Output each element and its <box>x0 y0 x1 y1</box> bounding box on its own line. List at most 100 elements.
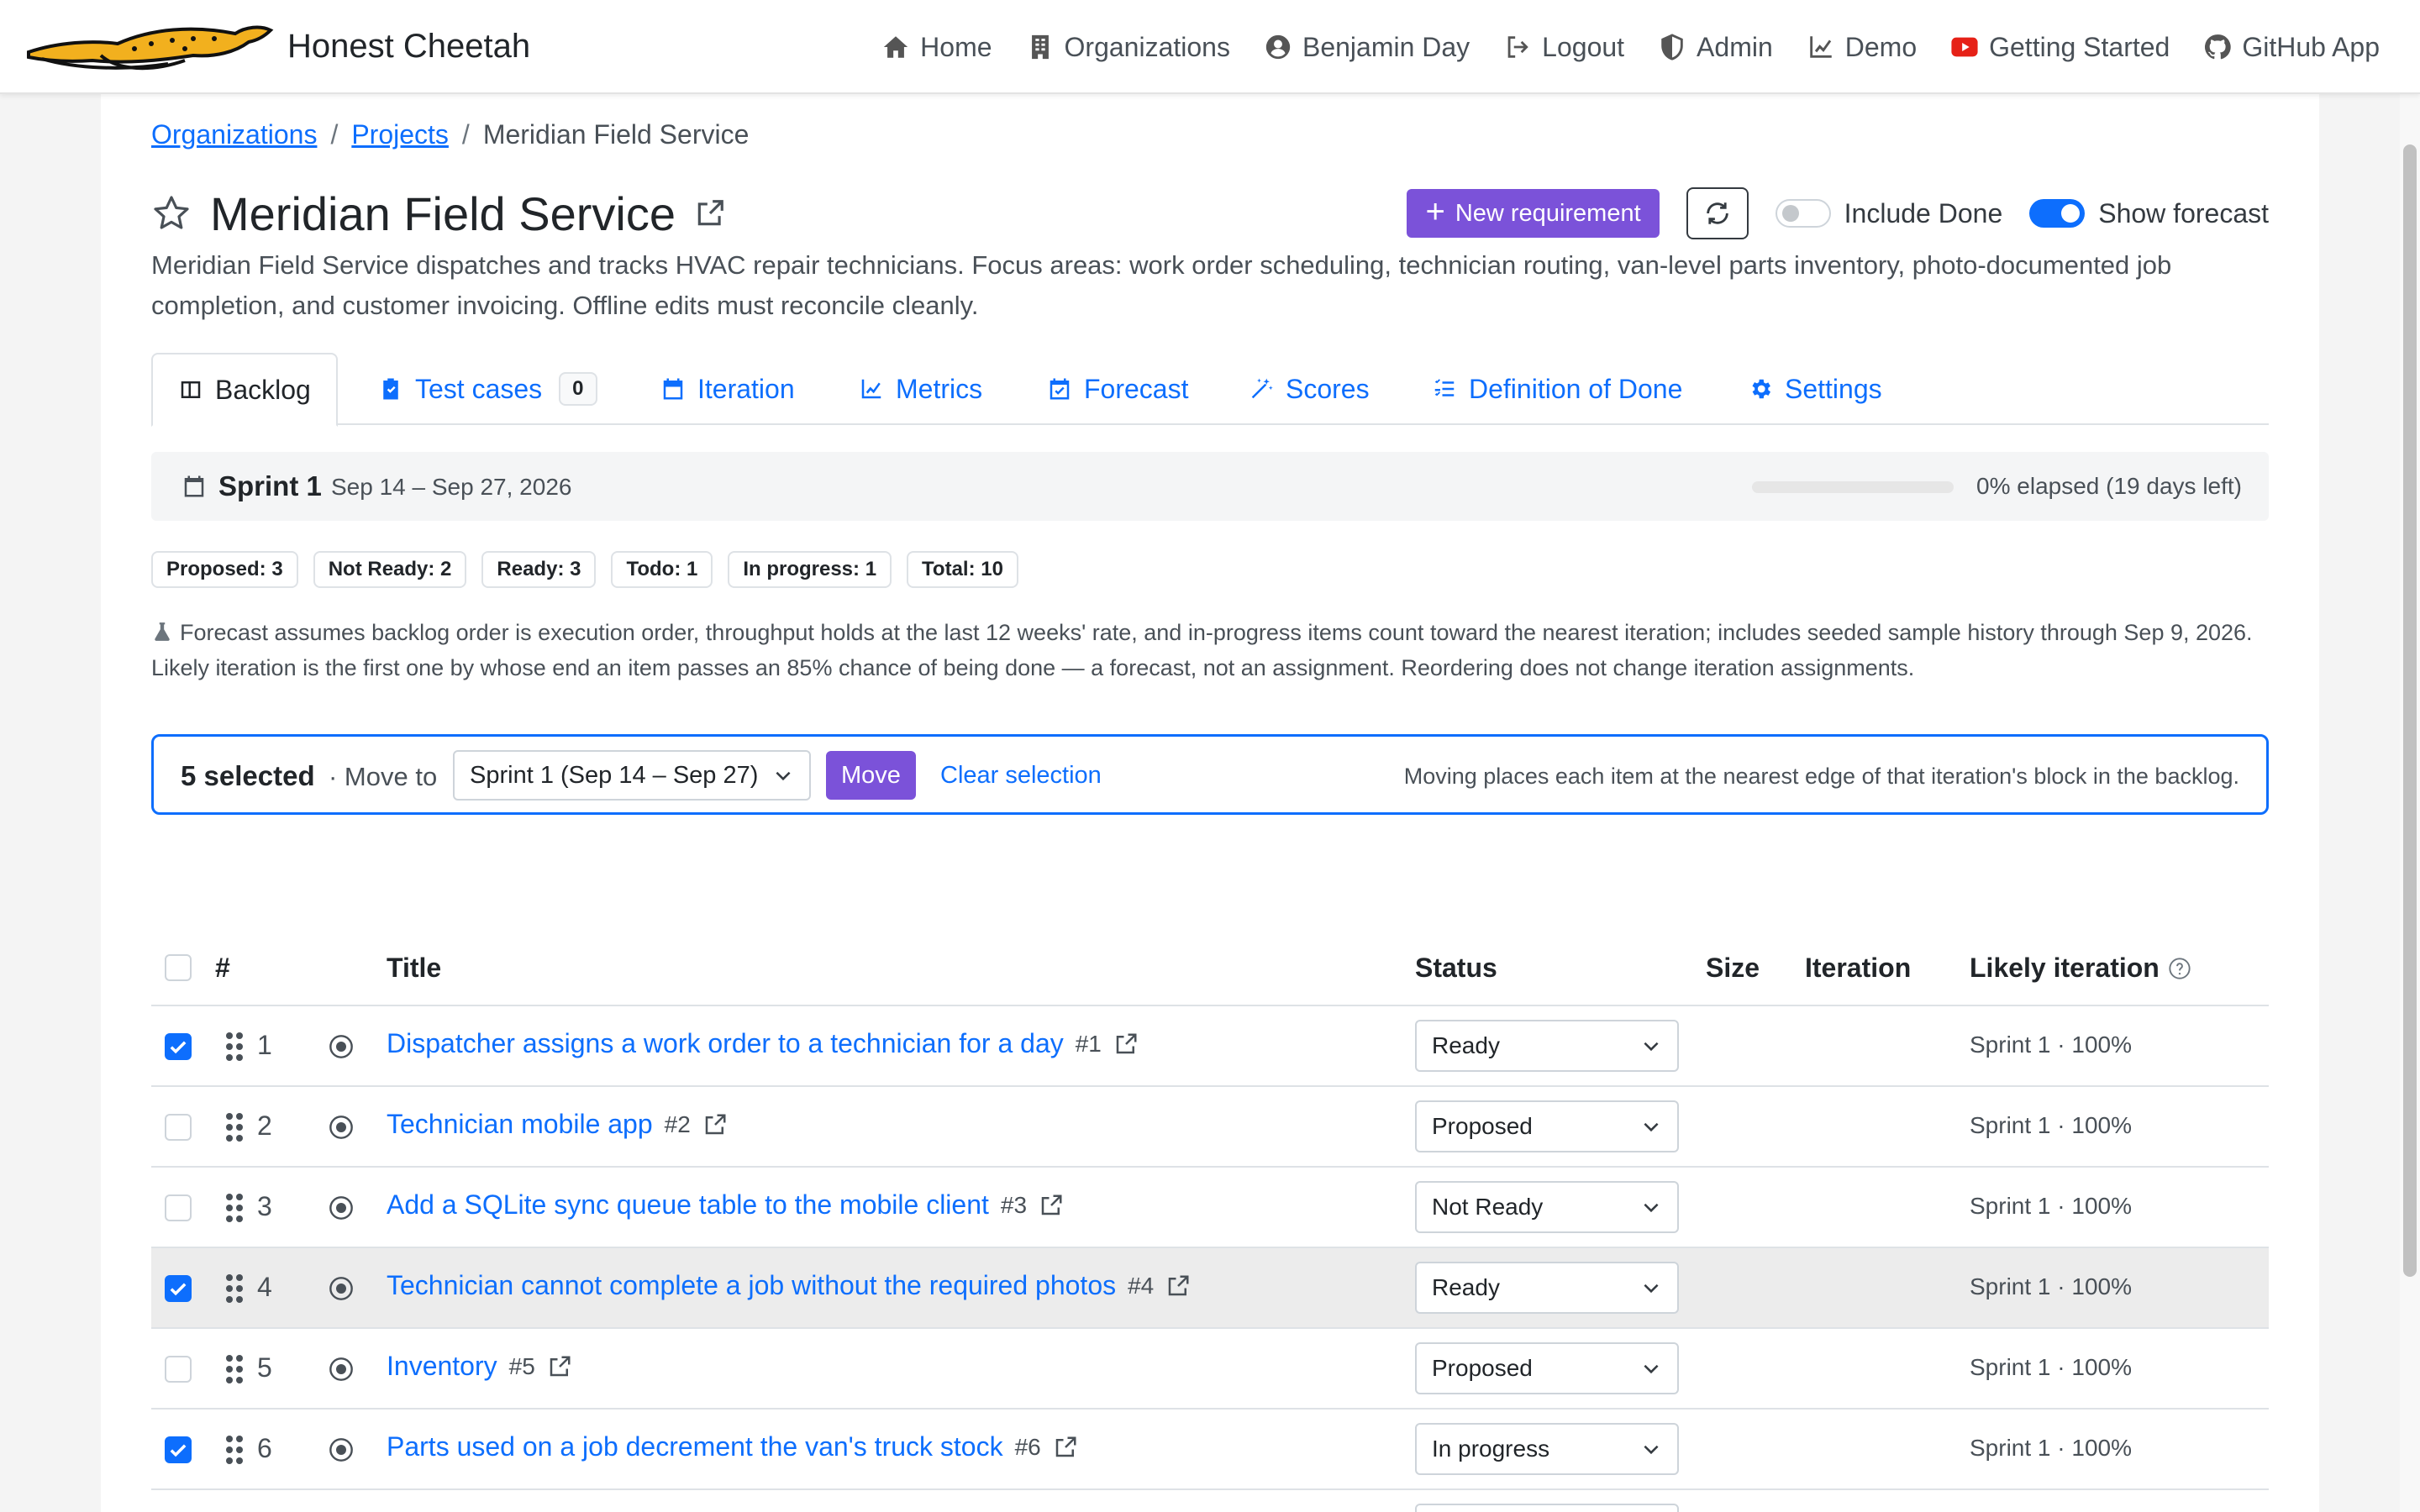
breadcrumb: Organizations / Projects / Meridian Fiel… <box>151 119 749 150</box>
board-icon <box>181 381 201 398</box>
target-icon <box>329 1035 353 1058</box>
row-title-link[interactable]: Technician cannot complete a job without… <box>387 1270 1116 1301</box>
project-tabs: Backlog Test cases 0 Iteration Metrics F… <box>151 353 2269 427</box>
external-link-icon[interactable] <box>1053 1435 1078 1460</box>
row-status-select[interactable]: Ready <box>1415 1262 1679 1314</box>
drag-handle-icon[interactable] <box>225 1435 244 1465</box>
breadcrumb-projects[interactable]: Projects <box>351 119 449 150</box>
nav-admin[interactable]: Admin <box>1658 32 1773 63</box>
row-status-select[interactable]: Ready <box>1415 1020 1679 1072</box>
test-cases-count: 0 <box>559 372 597 406</box>
table-row[interactable]: 4 Technician cannot complete a job withou… <box>151 1248 2269 1329</box>
row-title-link[interactable]: Dispatcher assigns a work order to a tec… <box>387 1028 1064 1059</box>
tab-metrics[interactable]: Metrics <box>859 353 982 425</box>
row-title-link[interactable]: Technician mobile app <box>387 1109 653 1140</box>
row-checkbox[interactable] <box>165 1194 192 1221</box>
show-forecast-label: Show forecast <box>2098 197 2269 228</box>
external-link-icon[interactable] <box>1165 1273 1191 1299</box>
tab-definition-of-done[interactable]: Definition of Done <box>1432 353 1682 425</box>
row-id: #5 <box>508 1352 535 1379</box>
breadcrumb-organizations[interactable]: Organizations <box>151 119 317 150</box>
row-title-cell: Parts used on a job decrement the van's … <box>387 1431 1078 1462</box>
chevron-down-icon <box>1644 1284 1659 1294</box>
sprint-summary: Sprint 1 Sep 14 – Sep 27, 2026 0% elapse… <box>151 452 2269 521</box>
row-checkbox[interactable] <box>165 1114 192 1141</box>
move-target-select[interactable]: Sprint 1 (Sep 14 – Sep 27) <box>453 750 811 801</box>
tab-scores[interactable]: Scores <box>1249 353 1370 425</box>
table-row[interactable]: 3 Add a SQLite sync queue table to the mo… <box>151 1168 2269 1248</box>
external-link-icon[interactable] <box>1039 1193 1064 1218</box>
nav-home[interactable]: Home <box>881 32 992 63</box>
row-title-cell: Technician cannot complete a job without… <box>387 1270 1191 1301</box>
tab-test-cases[interactable]: Test cases 0 <box>378 353 597 425</box>
row-status-select[interactable]: Not Ready <box>1415 1181 1679 1233</box>
header-title: Title <box>387 953 442 983</box>
external-link-icon[interactable] <box>547 1354 572 1379</box>
drag-handle-icon[interactable] <box>225 1354 244 1384</box>
calendar-icon <box>184 475 204 497</box>
nav-github-app-label: GitHub App <box>2242 31 2380 62</box>
row-title-link[interactable]: Parts used on a job decrement the van's … <box>387 1431 1003 1462</box>
show-forecast-switch[interactable] <box>2029 199 2086 228</box>
tab-iteration[interactable]: Iteration <box>660 353 795 425</box>
clear-selection-button[interactable]: Clear selection <box>940 762 1102 790</box>
row-title-link[interactable]: Add a SQLite sync queue table to the mob… <box>387 1189 989 1221</box>
breadcrumb-separator: / <box>330 119 339 150</box>
page-scrollbar[interactable] <box>2400 94 2420 1512</box>
include-done-switch[interactable] <box>1775 199 1831 228</box>
table-row[interactable]: 6 Parts used on a job decrement the van's… <box>151 1410 2269 1490</box>
row-status-select[interactable]: In progress <box>1415 1423 1679 1475</box>
select-all-checkbox[interactable] <box>165 954 192 981</box>
tab-forecast[interactable]: Forecast <box>1047 353 1188 425</box>
scrollbar-thumb[interactable] <box>2403 144 2417 1277</box>
tab-metrics-label: Metrics <box>896 373 983 404</box>
row-id: #2 <box>664 1110 691 1137</box>
row-checkbox[interactable] <box>165 1275 192 1302</box>
new-requirement-label: New requirement <box>1455 199 1641 227</box>
nav-user[interactable]: Benjamin Day <box>1264 32 1470 63</box>
help-icon[interactable] <box>2168 957 2191 980</box>
nav-organizations[interactable]: Organizations <box>1026 32 1230 63</box>
row-title-link[interactable]: Inventory <box>387 1351 497 1382</box>
external-link-icon[interactable] <box>694 197 726 229</box>
nav-github-app[interactable]: GitHub App <box>2203 32 2380 63</box>
new-requirement-button[interactable]: + New requirement <box>1407 189 1660 238</box>
row-status-select[interactable]: Proposed <box>1415 1100 1679 1152</box>
flask-icon <box>155 622 170 641</box>
drag-handle-icon[interactable] <box>225 1273 244 1304</box>
table-row[interactable]: 2 Technician mobile app #2 Proposed Sprint 1… <box>151 1087 2269 1168</box>
row-checkbox[interactable] <box>165 1033 192 1060</box>
tab-settings-label: Settings <box>1785 373 1882 404</box>
tab-iteration-label: Iteration <box>697 373 795 404</box>
brand[interactable]: Honest Cheetah <box>25 18 530 74</box>
drag-handle-icon[interactable] <box>225 1112 244 1142</box>
tab-backlog[interactable]: Backlog <box>151 353 338 427</box>
nav-demo[interactable]: Demo <box>1807 32 1917 63</box>
table-row[interactable]: 5 Inventory #5 Proposed Sprint 1 · 100% <box>151 1329 2269 1410</box>
external-link-icon[interactable] <box>1113 1032 1139 1057</box>
status-badges: Proposed: 3 Not Ready: 2 Ready: 3 Todo: … <box>151 551 1018 588</box>
row-checkbox[interactable] <box>165 1356 192 1383</box>
nav-demo-label: Demo <box>1844 31 1918 62</box>
nav-getting-started[interactable]: Getting Started <box>1950 32 2170 63</box>
header-status: Status <box>1415 953 1497 983</box>
include-done-toggle[interactable]: Include Done <box>1775 198 2002 229</box>
drag-handle-icon[interactable] <box>225 1032 244 1062</box>
refresh-button[interactable] <box>1686 187 1749 239</box>
move-button[interactable]: Move <box>826 751 916 800</box>
tab-settings[interactable]: Settings <box>1748 353 1882 425</box>
nav-logout[interactable]: Logout <box>1503 32 1624 63</box>
row-status-select[interactable]: Not Ready <box>1415 1504 1679 1512</box>
external-link-icon[interactable] <box>702 1112 728 1137</box>
show-forecast-toggle[interactable]: Show forecast <box>2029 198 2269 229</box>
row-status-select[interactable]: Proposed <box>1415 1342 1679 1394</box>
row-title-cell: Dispatcher assigns a work order to a tec… <box>387 1028 1139 1059</box>
chart-icon <box>1810 36 1832 58</box>
star-icon[interactable] <box>151 193 192 234</box>
row-number: 1 <box>257 1030 272 1060</box>
table-row[interactable]: 7Dispatch board with routing, capacity, … <box>151 1490 2269 1512</box>
tab-forecast-label: Forecast <box>1084 373 1189 404</box>
drag-handle-icon[interactable] <box>225 1193 244 1223</box>
row-checkbox[interactable] <box>165 1436 192 1463</box>
table-row[interactable]: 1 Dispatcher assigns a work order to a te… <box>151 1006 2269 1087</box>
